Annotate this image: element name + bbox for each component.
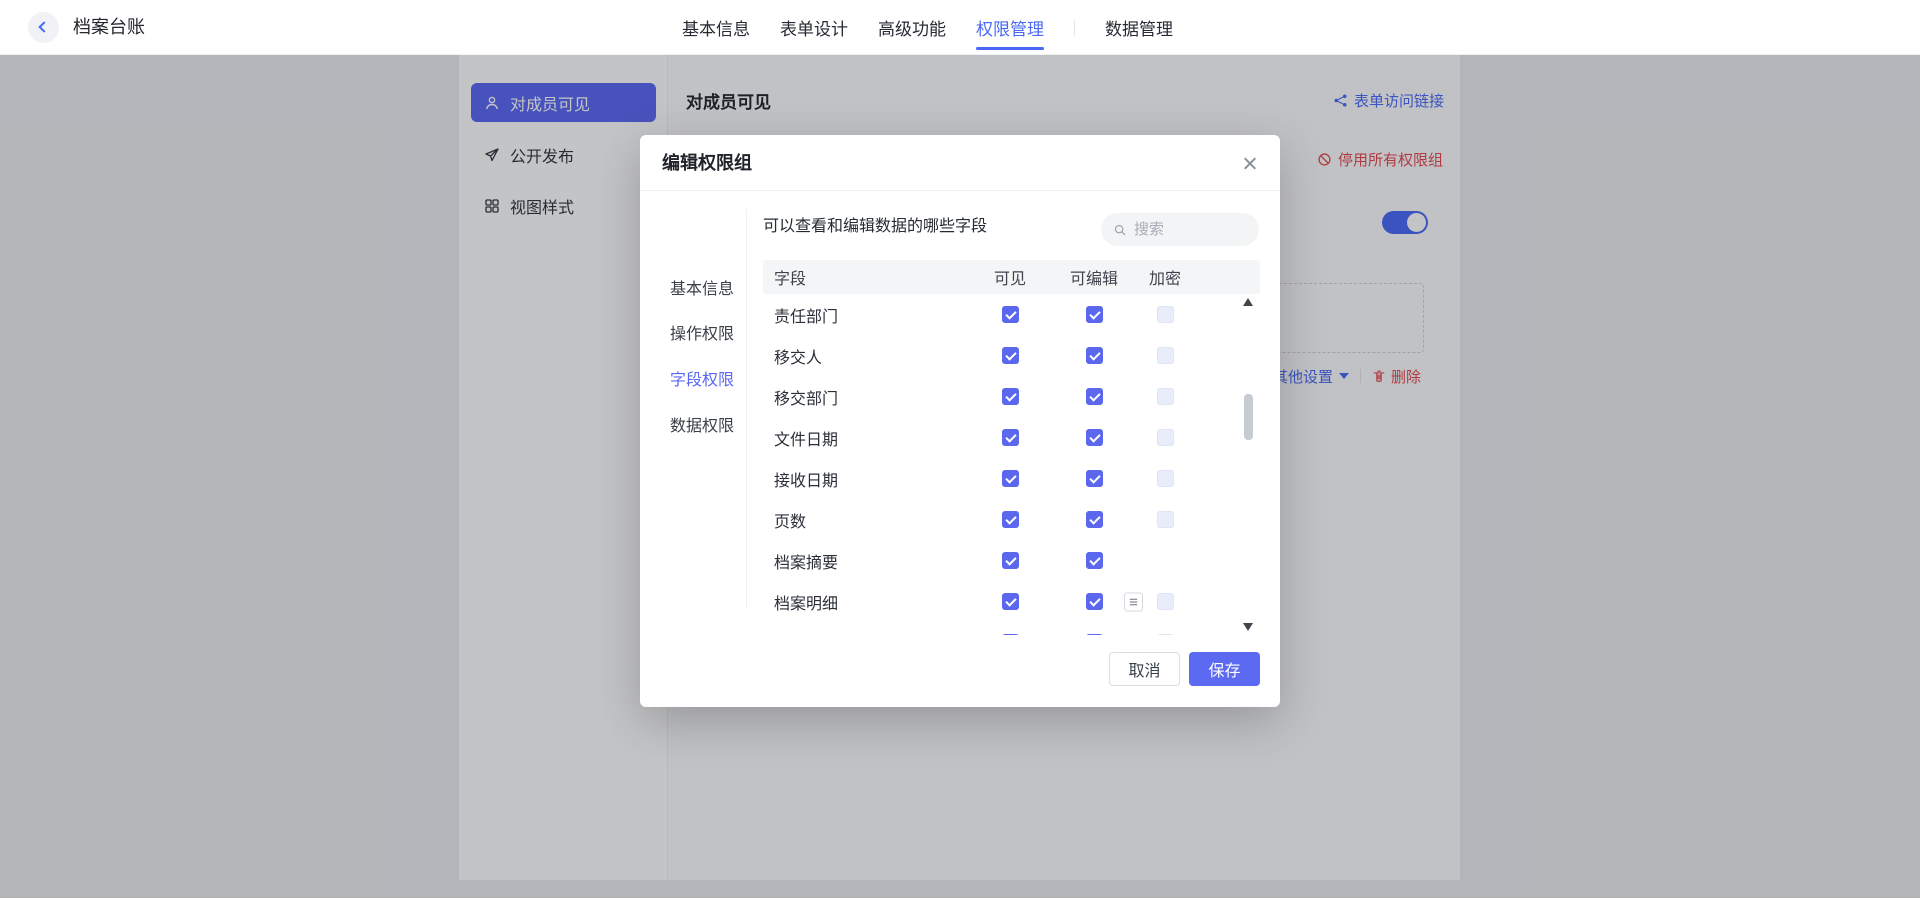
field-label: 移交部门 (774, 390, 839, 408)
field-row: 移交人 (763, 335, 1260, 376)
tab-data-management[interactable]: 数据管理 (1105, 15, 1173, 40)
field-search-input[interactable] (1134, 221, 1247, 238)
modal-tab-list: 基本信息 操作权限 字段权限 数据权限 (640, 191, 747, 707)
field-label: 文件名 (763, 631, 969, 636)
modal-header: 编辑权限组 (640, 135, 1280, 191)
editable-checkbox[interactable] (1085, 634, 1103, 635)
visible-checkbox[interactable] (1001, 429, 1019, 446)
visible-checkbox[interactable] (1001, 306, 1019, 323)
field-table-body: 责任部门移交人移交部门文件日期接收日期页数档案摘要档案明细文件名 (763, 294, 1260, 635)
field-row: 页数 (763, 499, 1260, 540)
field-row: 移交部门 (763, 376, 1260, 417)
field-label: 文件日期 (774, 431, 839, 449)
save-button[interactable]: 保存 (1189, 652, 1260, 686)
tab-form-design[interactable]: 表单设计 (780, 15, 848, 40)
back-arrow-icon (38, 21, 50, 33)
edit-permission-group-modal: 编辑权限组 基本信息 操作权限 字段权限 数据权限 可以查看和编辑数据的哪些字段… (640, 135, 1280, 707)
field-row: 接收日期 (763, 458, 1260, 499)
scroll-down-icon[interactable] (1243, 623, 1253, 631)
encrypt-checkbox[interactable] (1156, 429, 1174, 446)
field-table-header: 字段 可见 可编辑 加密 (763, 260, 1260, 294)
nav-divider (1074, 19, 1075, 36)
encrypt-checkbox[interactable] (1156, 634, 1174, 635)
table-scrollbar (1240, 294, 1257, 635)
scrollbar-thumb[interactable] (1244, 394, 1253, 440)
encrypt-checkbox[interactable] (1156, 470, 1174, 487)
editable-checkbox[interactable] (1085, 306, 1103, 323)
back-button[interactable] (28, 12, 59, 43)
tab-basic-info[interactable]: 基本信息 (682, 15, 750, 40)
field-label: 接收日期 (774, 472, 839, 490)
modal-tab-data-permissions[interactable]: 数据权限 (670, 417, 734, 437)
top-nav: 基本信息 表单设计 高级功能 权限管理 数据管理 (682, 0, 1173, 55)
field-permission-hint: 可以查看和编辑数据的哪些字段 (763, 218, 988, 235)
cancel-button[interactable]: 取消 (1109, 652, 1180, 686)
field-row: 文件日期 (763, 417, 1260, 458)
editable-checkbox[interactable] (1085, 470, 1103, 487)
visible-checkbox[interactable] (1001, 347, 1019, 364)
field-label: 页数 (774, 513, 807, 531)
editable-checkbox[interactable] (1085, 511, 1103, 528)
editable-checkbox[interactable] (1085, 388, 1103, 405)
visible-checkbox[interactable] (1001, 593, 1019, 610)
editable-checkbox[interactable] (1085, 593, 1103, 610)
field-label: 责任部门 (774, 308, 839, 326)
visible-checkbox[interactable] (1001, 511, 1019, 528)
field-row: 责任部门 (763, 294, 1260, 335)
header-editable: 可编辑 (1069, 271, 1118, 288)
encrypt-checkbox[interactable] (1156, 388, 1174, 405)
field-search-box (1101, 213, 1259, 246)
scroll-up-icon[interactable] (1243, 298, 1253, 306)
close-icon[interactable] (1240, 153, 1260, 173)
field-label: 档案摘要 (774, 554, 839, 572)
header-field: 字段 (774, 271, 807, 288)
visible-checkbox[interactable] (1001, 470, 1019, 487)
visible-checkbox[interactable] (1001, 388, 1019, 405)
encrypt-checkbox[interactable] (1156, 347, 1174, 364)
visible-checkbox[interactable] (1001, 634, 1019, 635)
encrypt-checkbox[interactable] (1156, 593, 1174, 610)
topbar: 档案台账 基本信息 表单设计 高级功能 权限管理 数据管理 (0, 0, 1920, 55)
encrypt-checkbox[interactable] (1156, 306, 1174, 323)
tab-advanced[interactable]: 高级功能 (878, 15, 946, 40)
modal-title: 编辑权限组 (662, 153, 752, 173)
field-label: 档案明细 (774, 595, 839, 613)
tab-permissions[interactable]: 权限管理 (976, 15, 1044, 50)
field-row: 文件名 (763, 622, 1260, 635)
page-title: 档案台账 (73, 17, 145, 37)
field-label: 移交人 (774, 349, 823, 367)
header-encrypt: 加密 (1148, 271, 1181, 288)
editable-checkbox[interactable] (1085, 347, 1103, 364)
field-row: 档案明细 (763, 581, 1260, 622)
visible-checkbox[interactable] (1001, 552, 1019, 569)
editable-checkbox[interactable] (1085, 429, 1103, 446)
modal-tab-basic-info[interactable]: 基本信息 (670, 280, 734, 300)
header-visible: 可见 (993, 271, 1026, 288)
editable-checkbox[interactable] (1085, 552, 1103, 569)
encrypt-checkbox[interactable] (1156, 511, 1174, 528)
modal-tab-field-permissions[interactable]: 字段权限 (670, 371, 734, 391)
search-icon (1114, 224, 1126, 235)
field-row: 档案摘要 (763, 540, 1260, 581)
modal-tab-operation-permissions[interactable]: 操作权限 (670, 325, 734, 345)
